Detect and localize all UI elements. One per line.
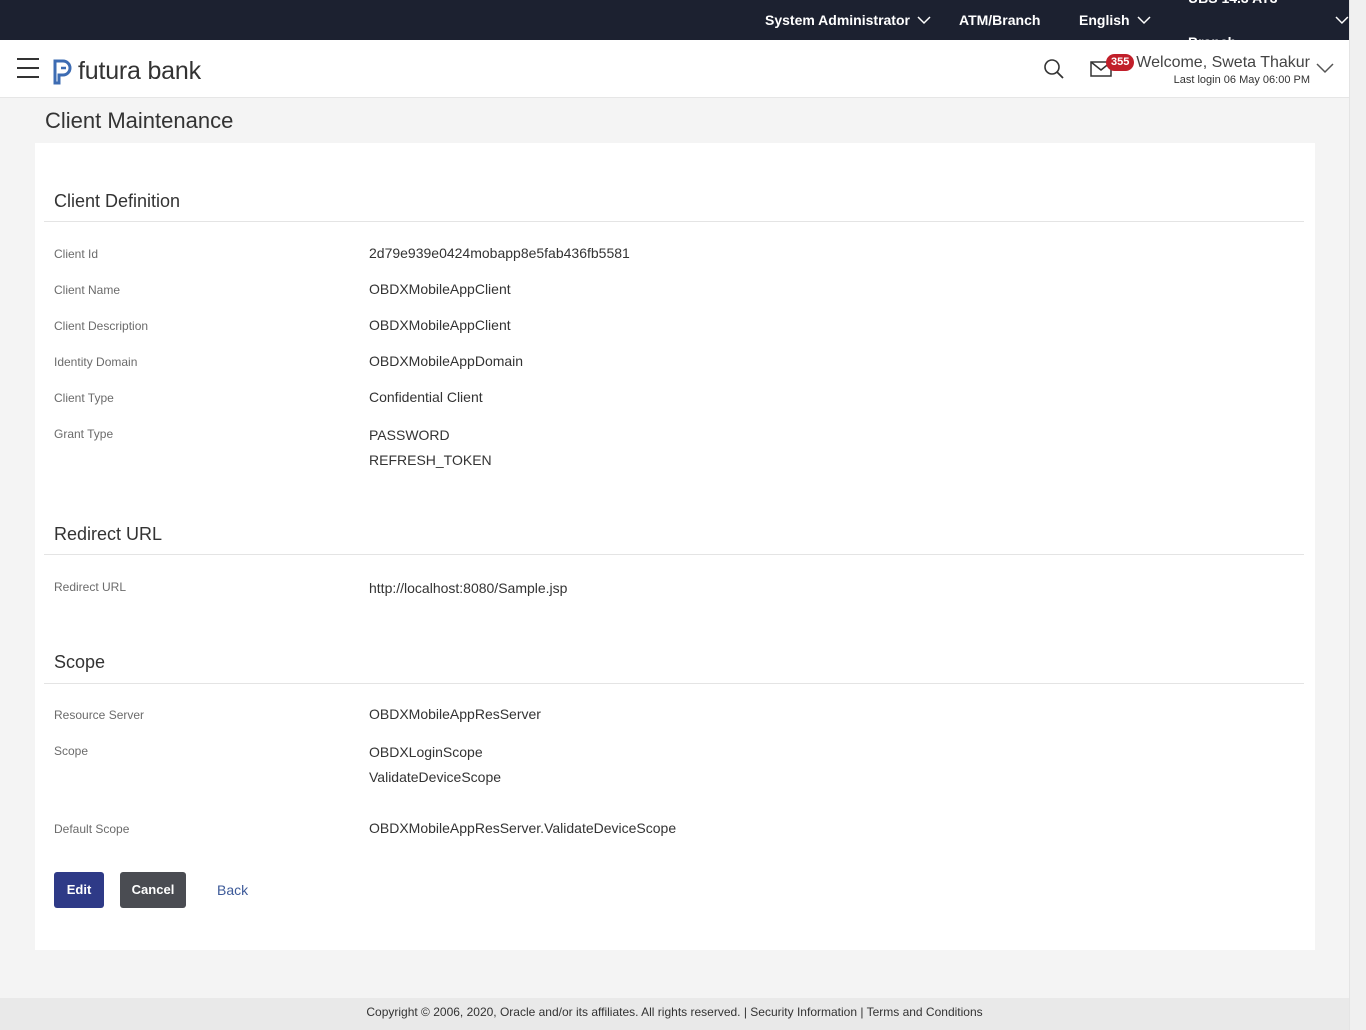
logo[interactable]: futura bank	[51, 57, 201, 86]
location-label: ATM/Branch	[959, 12, 1041, 28]
welcome-text: Welcome, Sweta Thakur	[1136, 54, 1310, 71]
mail-count-badge: 355	[1106, 54, 1135, 71]
default-scope-value: OBDXMobileAppResServer.ValidateDeviceSco…	[369, 820, 677, 836]
page-title: Client Maintenance	[45, 108, 234, 133]
grant-type-item: REFRESH_TOKEN	[369, 452, 492, 468]
location-link[interactable]: ATM/Branch	[959, 0, 1040, 40]
role-dropdown[interactable]: System Administrator	[765, 0, 931, 40]
chevron-down-icon	[1335, 16, 1349, 25]
identity-domain-label: Identity Domain	[54, 355, 138, 369]
redirect-url-label: Redirect URL	[54, 580, 127, 594]
chevron-down-icon[interactable]	[1316, 61, 1334, 75]
client-id-label: Client Id	[54, 247, 99, 261]
divider	[44, 554, 1304, 555]
grant-type-list: PASSWORD REFRESH_TOKEN	[369, 423, 492, 473]
language-dropdown[interactable]: English	[1079, 0, 1151, 40]
divider	[44, 221, 1304, 222]
menu-icon[interactable]	[17, 58, 39, 78]
divider	[44, 683, 1304, 684]
client-description-value: OBDXMobileAppClient	[369, 317, 511, 333]
last-login-text: Last login 06 May 06:00 PM	[1173, 74, 1310, 86]
footer-text[interactable]: Copyright © 2006, 2020, Oracle and/or it…	[366, 1005, 982, 1019]
chevron-down-icon	[917, 16, 931, 25]
footer: Copyright © 2006, 2020, Oracle and/or it…	[0, 998, 1349, 1030]
client-name-label: Client Name	[54, 283, 121, 297]
role-label: System Administrator	[765, 12, 910, 28]
scope-heading: Scope	[54, 652, 106, 672]
client-type-value: Confidential Client	[369, 389, 483, 405]
client-description-label: Client Description	[54, 319, 149, 333]
client-definition-heading: Client Definition	[54, 191, 181, 211]
branch-dropdown[interactable]: UBS 14.3 AT3 Branch	[1188, 0, 1349, 50]
app-header: futura bank 355 Welcome, Sweta Thakur La…	[0, 40, 1349, 98]
logo-text: futura bank	[78, 57, 201, 85]
redirect-url-value: http://localhost:8080/Sample.jsp	[369, 580, 568, 596]
client-type-label: Client Type	[54, 391, 114, 405]
scope-label: Scope	[54, 744, 89, 758]
scope-item: OBDXLoginScope	[369, 744, 483, 760]
language-label: English	[1079, 12, 1130, 28]
cancel-button[interactable]: Cancel	[120, 872, 186, 908]
bank-logo-icon	[53, 59, 72, 84]
client-details-card: Client Definition Client Id 2d79e939e042…	[35, 143, 1315, 950]
resource-server-label: Resource Server	[54, 708, 145, 722]
edit-button[interactable]: Edit	[54, 872, 104, 908]
default-scope-label: Default Scope	[54, 822, 130, 836]
identity-domain-value: OBDXMobileAppDomain	[369, 353, 524, 369]
search-icon[interactable]	[1043, 58, 1065, 80]
scope-item: ValidateDeviceScope	[369, 769, 502, 785]
scope-list: OBDXLoginScope ValidateDeviceScope	[369, 740, 501, 790]
scrollbar[interactable]	[1349, 0, 1366, 1030]
redirect-url-heading: Redirect URL	[54, 524, 163, 544]
top-bar: System Administrator ATM/Branch English …	[0, 0, 1349, 50]
back-link[interactable]: Back	[217, 882, 248, 898]
resource-server-value: OBDXMobileAppResServer	[369, 706, 541, 722]
client-name-value: OBDXMobileAppClient	[369, 281, 511, 297]
grant-type-item: PASSWORD	[369, 427, 450, 443]
grant-type-label: Grant Type	[54, 427, 114, 441]
chevron-down-icon	[1137, 16, 1151, 25]
client-id-value: 2d79e939e0424mobapp8e5fab436fb5581	[369, 245, 630, 261]
user-menu[interactable]: Welcome, Sweta Thakur Last login 06 May …	[1136, 54, 1310, 87]
